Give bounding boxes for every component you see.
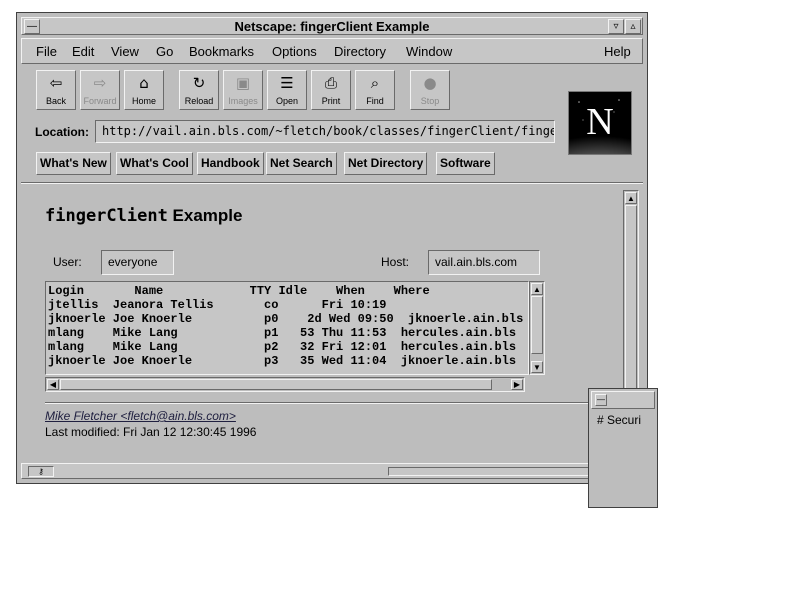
stop-button[interactable]: ● Stop — [410, 70, 450, 110]
output-hscroll-thumb[interactable] — [60, 379, 492, 390]
forward-button[interactable]: ⇨ Forward — [80, 70, 120, 110]
last-modified: Last modified: Fri Jan 12 12:30:45 1996 — [45, 425, 257, 439]
author-link[interactable]: Mike Fletcher <fletch@ain.bls.com> — [45, 409, 236, 423]
reload-button[interactable]: ↻ Reload — [179, 70, 219, 110]
menu-help[interactable]: Help — [604, 44, 631, 59]
printer-icon: ⎙ — [324, 74, 337, 92]
page-title-rest: Example — [167, 206, 243, 225]
images-icon: ▣ — [235, 74, 251, 92]
horizontal-rule — [45, 402, 605, 404]
user-input[interactable]: everyone — [101, 250, 174, 275]
scroll-up-arrow-icon[interactable]: ▲ — [625, 192, 637, 204]
find-label: Find — [366, 96, 384, 106]
home-label: Home — [131, 96, 156, 106]
user-label: User: — [53, 255, 82, 269]
title-bar[interactable]: — Netscape: fingerClient Example ▿ ▵ — [21, 17, 643, 35]
forward-arrow-icon: ⇨ — [93, 74, 107, 92]
finger-output-textarea[interactable]: Login Name TTY Idle When Where jtellis J… — [45, 281, 529, 375]
handbook-button[interactable]: Handbook — [197, 152, 264, 175]
stop-icon: ● — [423, 74, 437, 92]
security-key-icon[interactable]: ⚷ — [28, 466, 54, 477]
page-title: fingerClient Example — [45, 206, 242, 226]
software-button[interactable]: Software — [436, 152, 495, 175]
menu-options[interactable]: Options — [272, 44, 317, 59]
binoculars-icon: ⌕ — [370, 74, 380, 92]
window-title: Netscape: fingerClient Example — [234, 19, 430, 34]
stop-label: Stop — [420, 96, 440, 106]
open-button[interactable]: ☰ Open — [267, 70, 307, 110]
netscape-logo-icon: N — [569, 92, 631, 154]
output-scroll-down-icon[interactable]: ▼ — [531, 361, 543, 373]
home-icon: ⌂ — [139, 74, 149, 92]
output-scroll-right-icon[interactable]: ▶ — [511, 379, 523, 390]
output-scroll-left-icon[interactable]: ◀ — [47, 379, 59, 390]
whats-cool-button[interactable]: What's Cool — [116, 152, 193, 175]
reload-icon: ↻ — [192, 74, 206, 92]
reload-label: Reload — [184, 96, 214, 106]
images-button[interactable]: ▣ Images — [223, 70, 263, 110]
forward-label: Forward — [83, 96, 117, 106]
maximize-button[interactable]: ▵ — [625, 19, 641, 34]
location-input[interactable]: http://vail.ain.bls.com/~fletch/book/cla… — [95, 120, 555, 143]
back-label: Back — [45, 96, 66, 106]
logo-letter: N — [586, 101, 613, 143]
menu-go[interactable]: Go — [156, 44, 173, 59]
overlay-text: # Securi — [597, 413, 642, 427]
menu-directory[interactable]: Directory — [334, 44, 386, 59]
back-button[interactable]: ⇦ Back — [36, 70, 76, 110]
menu-file[interactable]: File — [36, 44, 57, 59]
print-label: Print — [321, 96, 341, 106]
browser-window: — Netscape: fingerClient Example ▿ ▵ Fil… — [16, 12, 648, 484]
overlay-window[interactable]: — # Securi — [588, 388, 658, 508]
overlay-window-menu-button[interactable]: — — [595, 394, 607, 406]
minimize-button[interactable]: ▿ — [608, 19, 624, 34]
overlay-title-bar[interactable]: — — [591, 391, 655, 409]
netscape-logo[interactable]: N — [568, 91, 632, 155]
net-search-button[interactable]: Net Search — [266, 152, 337, 175]
output-scroll-up-icon[interactable]: ▲ — [531, 283, 543, 295]
status-bar: ⚷ — [21, 463, 643, 479]
home-button[interactable]: ⌂ Home — [124, 70, 164, 110]
menu-bar: File Edit View Go Bookmarks Options Dire… — [21, 38, 643, 64]
open-icon: ☰ — [280, 74, 294, 92]
print-button[interactable]: ⎙ Print — [311, 70, 351, 110]
menu-edit[interactable]: Edit — [72, 44, 94, 59]
page-title-mono: fingerClient — [45, 206, 168, 226]
finger-output-text: Login Name TTY Idle When Where jtellis J… — [48, 284, 524, 368]
find-button[interactable]: ⌕ Find — [355, 70, 395, 110]
open-label: Open — [275, 96, 299, 106]
back-arrow-icon: ⇦ — [49, 74, 63, 92]
menu-window[interactable]: Window — [406, 44, 452, 59]
output-scroll-thumb[interactable] — [531, 296, 543, 354]
menu-view[interactable]: View — [111, 44, 139, 59]
whats-new-button[interactable]: What's New — [36, 152, 111, 175]
output-horizontal-scrollbar[interactable]: ◀ ▶ — [45, 377, 525, 392]
host-label: Host: — [381, 255, 410, 269]
output-vertical-scrollbar[interactable]: ▲ ▼ — [529, 281, 545, 375]
net-directory-button[interactable]: Net Directory — [344, 152, 428, 175]
location-label: Location: — [35, 125, 89, 139]
menu-bookmarks[interactable]: Bookmarks — [189, 44, 254, 59]
host-input[interactable]: vail.ain.bls.com — [428, 250, 540, 275]
toolbar-separator — [21, 182, 643, 184]
images-label: Images — [228, 96, 258, 106]
